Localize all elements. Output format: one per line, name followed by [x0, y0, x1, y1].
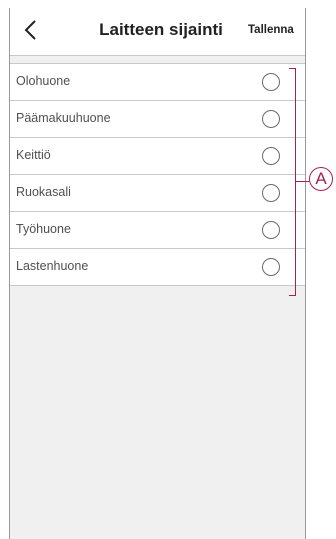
callout-marker-a: A [309, 167, 333, 191]
room-label: Päämakuuhuone [16, 111, 111, 125]
page-title: Laitteen sijainti [99, 20, 223, 39]
radio-button[interactable] [262, 184, 280, 202]
callout-bracket [289, 68, 296, 296]
room-label: Työhuone [16, 222, 71, 236]
radio-button[interactable] [262, 221, 280, 239]
save-button[interactable]: Tallenna [248, 24, 294, 36]
room-row-tyohuone[interactable]: Työhuone [10, 212, 305, 249]
phone-screen: Laitteen sijainti Tallenna Olohuone Pääm… [9, 8, 306, 539]
radio-button[interactable] [262, 73, 280, 91]
header-bar: Laitteen sijainti Tallenna [10, 8, 305, 56]
room-list: Olohuone Päämakuuhuone Keittiö Ruokasali… [10, 63, 305, 286]
room-row-paamakuuhuone[interactable]: Päämakuuhuone [10, 101, 305, 138]
room-label: Olohuone [16, 74, 71, 88]
radio-button[interactable] [262, 110, 280, 128]
room-label: Keittiö [16, 148, 51, 162]
room-label: Lastenhuone [16, 259, 89, 273]
radio-button[interactable] [262, 258, 280, 276]
room-row-olohuone[interactable]: Olohuone [10, 64, 305, 101]
room-row-ruokasali[interactable]: Ruokasali [10, 175, 305, 212]
room-row-lastenhuone[interactable]: Lastenhuone [10, 249, 305, 286]
room-label: Ruokasali [16, 185, 71, 199]
chevron-left-icon[interactable] [20, 17, 44, 43]
room-row-keittio[interactable]: Keittiö [10, 138, 305, 175]
radio-button[interactable] [262, 147, 280, 165]
callout-connector [296, 181, 309, 182]
